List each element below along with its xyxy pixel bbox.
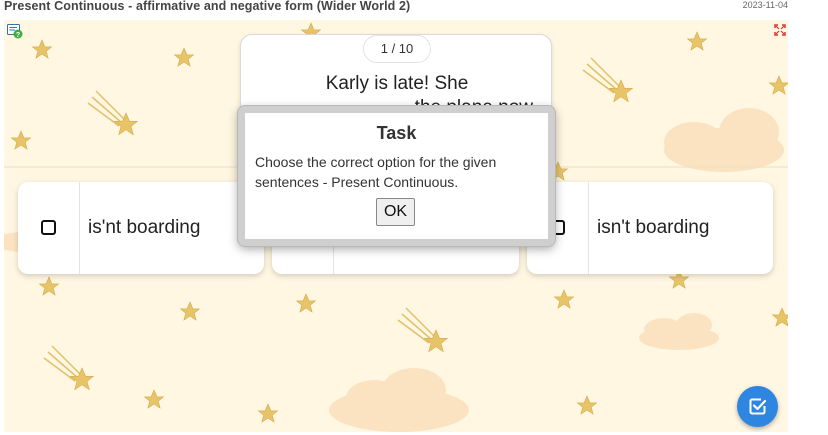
option-label: is'nt boarding xyxy=(88,217,201,238)
answer-option-3[interactable]: isn't boarding xyxy=(527,182,773,274)
check-answer-button[interactable] xyxy=(737,386,778,427)
answer-option-1[interactable]: is'nt boarding xyxy=(18,182,264,274)
header-bar: Present Continuous - affirmative and neg… xyxy=(0,0,828,20)
page-title: Present Continuous - affirmative and neg… xyxy=(4,0,411,13)
ok-button[interactable]: OK xyxy=(376,198,415,226)
activity-stage: ? 1 / 10 Karly is late! She the plane no… xyxy=(4,20,788,432)
question-counter: 1 / 10 xyxy=(363,35,431,63)
fullscreen-icon[interactable] xyxy=(774,24,786,36)
dialog-title: Task xyxy=(376,123,417,143)
task-dialog: Task Choose the correct option for the g… xyxy=(238,106,555,246)
check-square-icon xyxy=(749,398,767,415)
sentence-text-line1: Karly is late! She xyxy=(325,73,469,94)
option-checkbox-column xyxy=(18,182,80,274)
date-label: 2023-11-04 xyxy=(742,0,788,10)
option-label: isn't boarding xyxy=(597,217,710,238)
dialog-instructions: Choose the correct option for the given … xyxy=(255,154,497,190)
checkbox-icon[interactable] xyxy=(41,220,56,235)
svg-text:?: ? xyxy=(16,32,20,39)
help-question-icon[interactable]: ? xyxy=(7,23,23,39)
